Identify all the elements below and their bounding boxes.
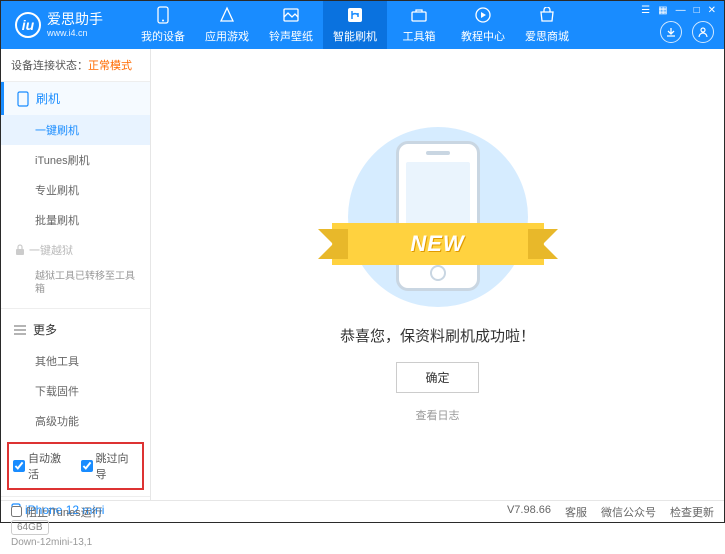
category-more[interactable]: 更多 — [1, 313, 150, 346]
version-label: V7.98.66 — [507, 504, 551, 520]
phone-icon — [16, 92, 30, 106]
category-label: 更多 — [33, 321, 57, 338]
main-content: NEW 恭喜您，保资料刷机成功啦！ 确定 查看日志 — [151, 49, 724, 500]
device-model: Down-12mini-13,1 — [11, 537, 140, 548]
checkbox-label: 自动激活 — [28, 450, 71, 482]
window-controls: ☰ ▦ — □ ✕ — [641, 5, 716, 16]
tab-label: 铃声壁纸 — [269, 28, 313, 44]
success-message: 恭喜您，保资料刷机成功啦！ — [340, 325, 535, 346]
tab-apps[interactable]: 应用游戏 — [195, 1, 259, 49]
ribbon-text: NEW — [410, 231, 464, 257]
tab-ringtone[interactable]: 铃声壁纸 — [259, 1, 323, 49]
tab-toolbox[interactable]: 工具箱 — [387, 1, 451, 49]
tab-label: 我的设备 — [141, 28, 185, 44]
conn-label: 设备连接状态： — [11, 60, 88, 72]
tab-tutorial[interactable]: 教程中心 — [451, 1, 515, 49]
support-link[interactable]: 客服 — [565, 504, 587, 520]
sidebar-item-batch-flash[interactable]: 批量刷机 — [1, 205, 150, 235]
jailbreak-note: 越狱工具已转移至工具箱 — [1, 266, 150, 304]
logo-area: iu 爱思助手 www.i4.cn — [1, 12, 131, 38]
sidebar-item-itunes-flash[interactable]: iTunes刷机 — [1, 145, 150, 175]
connection-status: 设备连接状态：正常模式 — [1, 49, 150, 82]
conn-mode: 正常模式 — [88, 60, 132, 72]
category-flash[interactable]: 刷机 — [1, 82, 150, 115]
tab-label: 应用游戏 — [205, 28, 249, 44]
checkbox-label: 阻止iTunes运行 — [26, 504, 103, 520]
tab-label: 爱思商城 — [525, 28, 569, 44]
tab-label: 教程中心 — [461, 28, 505, 44]
minimize-icon[interactable]: — — [676, 5, 686, 16]
logo-icon: iu — [15, 12, 41, 38]
sidebar-item-download-fw[interactable]: 下载固件 — [1, 376, 150, 406]
lock-icon — [15, 244, 25, 256]
wechat-link[interactable]: 微信公众号 — [601, 504, 656, 520]
checkbox-skip-wizard[interactable]: 跳过向导 — [81, 450, 139, 482]
checkbox-label: 跳过向导 — [96, 450, 139, 482]
app-url: www.i4.cn — [47, 28, 103, 38]
menu-icon[interactable]: ☰ — [641, 5, 650, 16]
tab-label: 工具箱 — [403, 28, 436, 44]
sidebar: 设备连接状态：正常模式 刷机 一键刷机 iTunes刷机 专业刷机 批量刷机 一… — [1, 49, 151, 500]
tab-smart-flash[interactable]: 智能刷机 — [323, 1, 387, 49]
user-button[interactable] — [692, 21, 714, 43]
device-icon — [154, 6, 172, 24]
category-label: 刷机 — [36, 90, 60, 107]
main-tabs: 我的设备 应用游戏 铃声壁纸 智能刷机 工具箱 教程中心 爱思商城 — [131, 1, 579, 49]
success-illustration: NEW — [348, 127, 528, 307]
sidebar-item-other-tools[interactable]: 其他工具 — [1, 346, 150, 376]
tab-label: 智能刷机 — [333, 28, 377, 44]
toolbox-icon — [410, 6, 428, 24]
update-link[interactable]: 检查更新 — [670, 504, 714, 520]
checkbox-block-itunes[interactable]: 阻止iTunes运行 — [11, 504, 103, 520]
app-header: iu 爱思助手 www.i4.cn 我的设备 应用游戏 铃声壁纸 智能刷机 工具… — [1, 1, 724, 49]
apps-icon — [218, 6, 236, 24]
sidebar-item-advanced[interactable]: 高级功能 — [1, 406, 150, 436]
skin-icon[interactable]: ▦ — [658, 5, 667, 16]
more-icon — [13, 323, 27, 337]
device-capacity: 64GB — [11, 520, 49, 535]
tab-my-device[interactable]: 我的设备 — [131, 1, 195, 49]
maximize-icon[interactable]: □ — [694, 5, 700, 16]
app-name: 爱思助手 — [47, 12, 103, 27]
download-button[interactable] — [660, 21, 682, 43]
wallpaper-icon — [282, 6, 300, 24]
sidebar-item-pro-flash[interactable]: 专业刷机 — [1, 175, 150, 205]
tutorial-icon — [474, 6, 492, 24]
tab-store[interactable]: 爱思商城 — [515, 1, 579, 49]
close-icon[interactable]: ✕ — [708, 5, 716, 16]
sidebar-item-oneclick-flash[interactable]: 一键刷机 — [1, 115, 150, 145]
checkbox-auto-activate[interactable]: 自动激活 — [13, 450, 71, 482]
sidebar-item-jailbreak: 一键越狱 — [1, 235, 150, 266]
options-highlight: 自动激活 跳过向导 — [7, 442, 144, 490]
ok-button[interactable]: 确定 — [396, 362, 478, 393]
store-icon — [538, 6, 556, 24]
flash-icon — [346, 6, 364, 24]
view-log-link[interactable]: 查看日志 — [416, 407, 460, 423]
